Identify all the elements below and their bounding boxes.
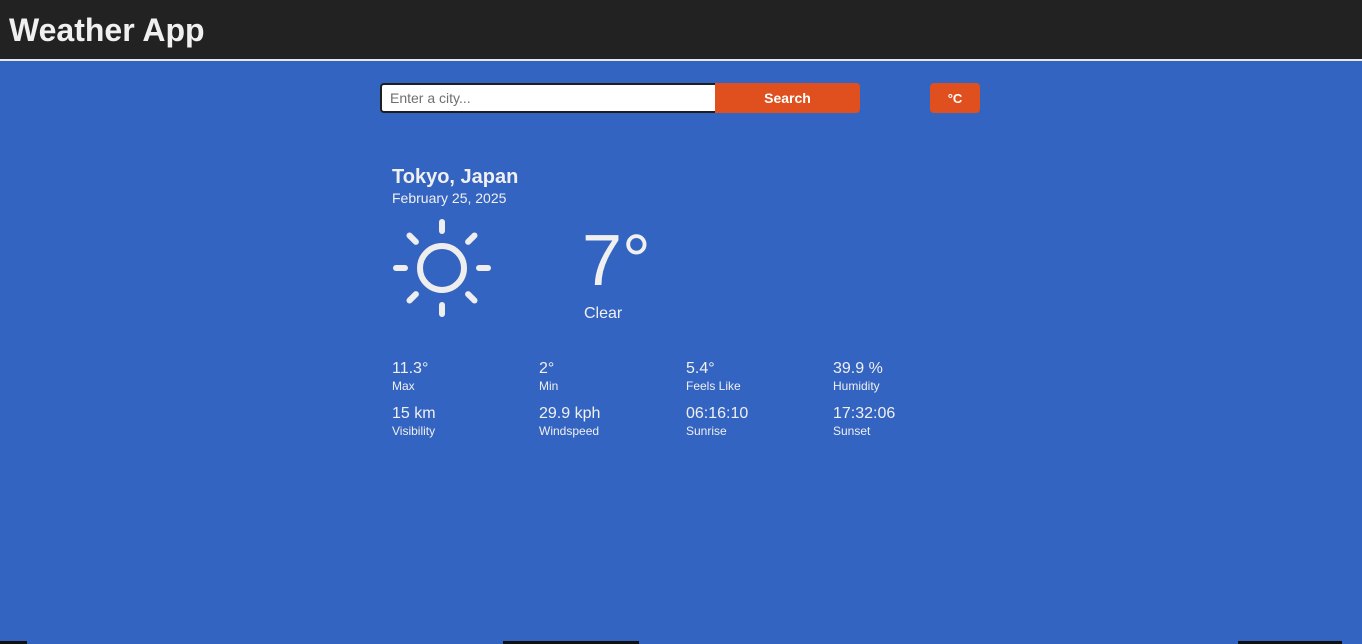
stat-label: Humidity: [833, 379, 880, 393]
stat-label: Sunset: [833, 424, 871, 438]
stat-label: Windspeed: [539, 424, 600, 438]
city-name: Tokyo, Japan: [392, 166, 519, 188]
stat-value: 2°: [539, 360, 555, 377]
stat-label: Max: [392, 379, 415, 393]
stat-value: 11.3°: [392, 360, 429, 377]
stat-value: 06:16:10: [686, 405, 749, 422]
stat-visibility: 15 km Visibility: [392, 405, 532, 438]
stat-min: 2° Min: [539, 360, 679, 393]
unit-toggle-button[interactable]: °C: [930, 83, 980, 113]
stat-max: 11.3° Max: [392, 360, 532, 393]
stat-label: Visibility: [392, 424, 436, 438]
app-header: Weather App: [0, 0, 1362, 61]
current-date: February 25, 2025: [392, 190, 507, 206]
search-button[interactable]: Search: [715, 83, 860, 113]
stat-sunset: 17:32:06 Sunset: [833, 405, 973, 438]
stat-value: 15 km: [392, 405, 436, 422]
main-panel: Search °C Tokyo, Japan February 25, 2025…: [0, 63, 1362, 644]
current-temperature: 7°: [582, 221, 651, 301]
stat-humidity: 39.9 % Humidity: [833, 360, 973, 393]
stat-windspeed: 29.9 kph Windspeed: [539, 405, 679, 438]
sun-icon: [393, 219, 491, 317]
stat-sunrise: 06:16:10 Sunrise: [686, 405, 826, 438]
weather-condition: Clear: [584, 305, 623, 322]
stat-feels-like: 5.4° Feels Like: [686, 360, 826, 393]
stat-value: 29.9 kph: [539, 405, 601, 422]
stat-value: 5.4°: [686, 360, 715, 377]
app-title: Weather App: [9, 12, 205, 48]
stat-label: Feels Like: [686, 379, 741, 393]
city-search-input[interactable]: [380, 83, 717, 113]
stat-value: 39.9 %: [833, 360, 883, 377]
stat-label: Sunrise: [686, 424, 727, 438]
stat-value: 17:32:06: [833, 405, 896, 422]
stat-label: Min: [539, 379, 559, 393]
